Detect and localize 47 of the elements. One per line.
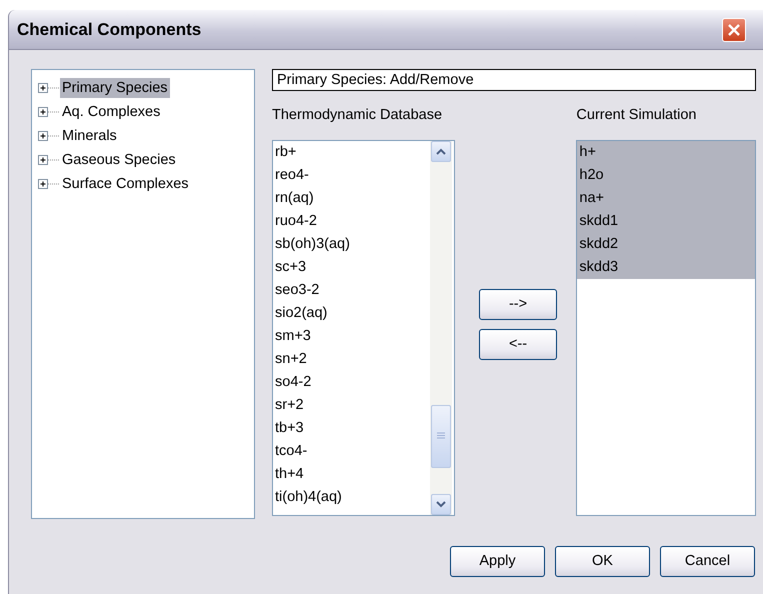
scroll-up-icon[interactable] [430,141,451,162]
close-button[interactable] [722,18,746,42]
dialog-button[interactable]: OK [555,546,650,577]
expand-icon[interactable] [38,130,60,142]
list-item[interactable]: skdd3 [577,256,756,279]
tree-item[interactable]: Surface Complexes [60,174,191,194]
tree-item[interactable]: Minerals [60,126,119,146]
close-icon [727,22,741,36]
list-item[interactable]: tb+3 [273,417,430,440]
list-item[interactable]: ruo4-2 [273,210,430,233]
scroll-thumb[interactable] [430,404,451,468]
list-item[interactable]: sm+3 [273,325,430,348]
list-item[interactable]: sb(oh)3(aq) [273,233,430,256]
window-title: Chemical Components [17,18,202,41]
header-field: Primary Species: Add/Remove [272,69,756,91]
list-label: Thermodynamic Database [272,106,442,125]
list-item[interactable]: h2o [577,164,756,187]
expand-icon[interactable] [38,178,60,190]
move-button[interactable]: <-- [478,329,558,360]
scroll-down-icon[interactable] [430,494,451,515]
dialog-button[interactable]: Apply [450,546,545,577]
list-item[interactable]: tco4- [273,440,430,463]
list-item[interactable]: rb+ [273,141,430,164]
list-item[interactable]: skdd1 [577,210,756,233]
list-item[interactable]: sn+2 [273,348,430,371]
expand-icon[interactable] [38,82,60,94]
list-item[interactable]: h+ [577,141,756,164]
tree-item[interactable]: Aq. Complexes [60,102,162,122]
list-item[interactable]: reo4- [273,164,430,187]
expand-icon[interactable] [38,154,60,166]
tree-item[interactable]: Primary Species [60,78,170,98]
dialog-button[interactable]: Cancel [660,546,755,577]
list-item[interactable]: ti(oh)4(aq) [273,486,430,509]
list-item[interactable]: so4-2 [273,371,430,394]
list-item[interactable]: rn(aq) [273,187,430,210]
list-item[interactable]: sr+2 [273,394,430,417]
move-button[interactable]: --> [478,289,558,320]
list-item[interactable]: th+4 [273,463,430,486]
list-item[interactable]: sc+3 [273,256,430,279]
scrollbar[interactable] [430,141,452,515]
list-item[interactable]: sio2(aq) [273,302,430,325]
list-item[interactable]: na+ [577,187,756,210]
list-item[interactable]: seo3-2 [273,279,430,302]
list-item[interactable]: skdd2 [577,233,756,256]
expand-icon[interactable] [38,106,60,118]
tree-item[interactable]: Gaseous Species [60,150,178,170]
list-label: Current Simulation [576,106,696,125]
